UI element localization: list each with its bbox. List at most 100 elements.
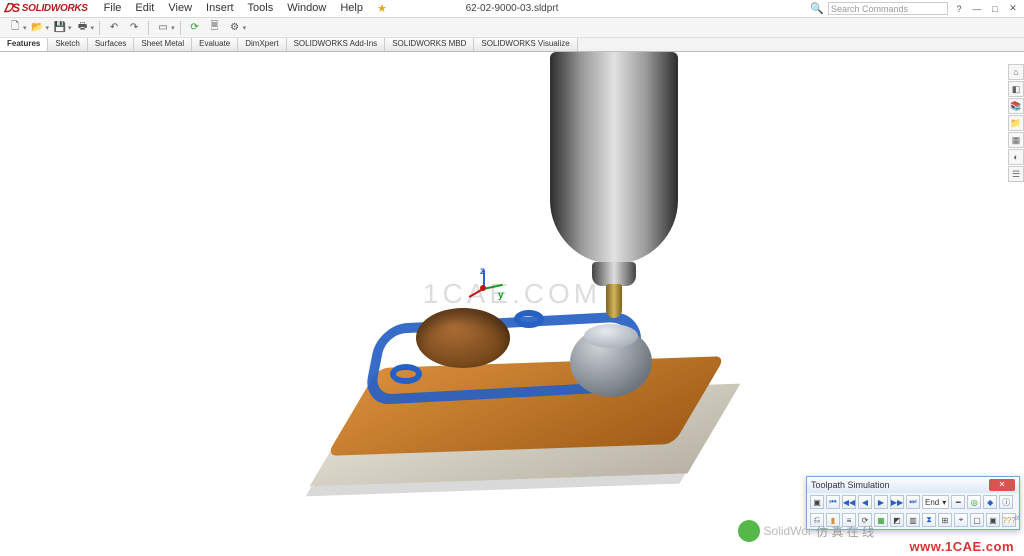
- sim-show-tool-icon[interactable]: ⊞: [938, 513, 952, 527]
- tab-evaluate[interactable]: Evaluate: [192, 38, 238, 51]
- menu-edit[interactable]: Edit: [129, 1, 160, 16]
- menu-pin-icon[interactable]: ★: [371, 1, 393, 16]
- maximize-button[interactable]: □: [988, 2, 1002, 16]
- search-input[interactable]: Search Commands: [828, 2, 948, 15]
- dropdown-icon[interactable]: ▾: [171, 24, 175, 32]
- design-library-tab-icon[interactable]: 📚: [1008, 98, 1024, 114]
- app-logo: 𝐷S SOLIDWORKS: [4, 1, 88, 16]
- sim-reverse-fast-icon[interactable]: ⏮: [826, 495, 840, 509]
- sim-speed-icon[interactable]: ⧗: [922, 513, 936, 527]
- print-icon[interactable]: 🖶: [74, 20, 92, 36]
- sim-show-path-icon[interactable]: ⌖: [954, 513, 968, 527]
- view-palette-tab-icon[interactable]: ▦: [1008, 132, 1024, 148]
- dropdown-icon[interactable]: ▾: [23, 24, 27, 32]
- menu-help[interactable]: Help: [334, 1, 369, 16]
- wechat-watermark: SolidWor 仿 真 在 线: [738, 520, 874, 542]
- sim-step-forward-icon[interactable]: ▶▶: [890, 495, 904, 509]
- fixture-plate: [310, 384, 741, 487]
- sim-stock-icon[interactable]: ◆: [983, 495, 997, 509]
- sim-cube-icon[interactable]: ◩: [890, 513, 904, 527]
- dropdown-icon[interactable]: ▾: [46, 24, 50, 32]
- brand-watermark: SolidWor: [764, 524, 812, 538]
- sim-stage-select[interactable]: End ▾: [922, 495, 949, 509]
- sim-end-icon[interactable]: ⏭: [906, 495, 920, 509]
- dropdown-icon[interactable]: ▾: [68, 24, 72, 32]
- standard-toolbar: 🗋▾ 📂▾ 💾▾ 🖶▾ ↶ ↷ ▭▾ ⟳ 🗏 ⚙▾: [0, 18, 1024, 38]
- sim-compare-icon[interactable]: ▦: [874, 513, 888, 527]
- z-axis-label: z: [480, 266, 485, 277]
- sim-step-back-icon[interactable]: ◀◀: [842, 495, 856, 509]
- search-icon[interactable]: 🔍: [810, 2, 824, 15]
- sim-stage-label: End: [925, 498, 939, 507]
- sim-stack-icon[interactable]: ▥: [906, 513, 920, 527]
- tab-dimxpert[interactable]: DimXpert: [238, 38, 286, 51]
- boss-feature-top: [584, 324, 638, 348]
- command-manager-tabs: Features Sketch Surfaces Sheet Metal Eva…: [0, 38, 1024, 52]
- toolpath-overlay: [362, 310, 647, 405]
- machined-part: [326, 356, 725, 456]
- sim-close-button[interactable]: ✕: [989, 479, 1015, 491]
- sim-info-icon[interactable]: ⓘ: [999, 495, 1013, 509]
- watermark-tag: 仿 真 在 线: [816, 523, 874, 540]
- redo-icon[interactable]: ↷: [125, 20, 143, 36]
- ds-logo-icon: 𝐷S: [4, 1, 20, 16]
- tab-sw-mbd[interactable]: SOLIDWORKS MBD: [385, 38, 474, 51]
- toolpath-overlay: [514, 310, 544, 328]
- sim-forward-icon[interactable]: ▶: [874, 495, 888, 509]
- settings-icon[interactable]: ⚙: [226, 20, 244, 36]
- tab-sketch[interactable]: Sketch: [48, 38, 87, 51]
- sim-title-label: Toolpath Simulation: [811, 480, 890, 490]
- sim-target-icon[interactable]: ◎: [967, 495, 981, 509]
- tab-sheet-metal[interactable]: Sheet Metal: [134, 38, 192, 51]
- toolbar-divider: [148, 21, 149, 35]
- sim-back-icon[interactable]: ◀: [858, 495, 872, 509]
- dropdown-icon[interactable]: ▾: [243, 24, 247, 32]
- url-watermark: www.1CAE.com: [910, 539, 1014, 554]
- task-pane: ⌂ ◧ 📚 📁 ▦ ◐ ☰: [1008, 64, 1024, 182]
- menu-window[interactable]: Window: [281, 1, 332, 16]
- file-explorer-tab-icon[interactable]: 📁: [1008, 115, 1024, 131]
- undo-icon[interactable]: ↶: [105, 20, 123, 36]
- cutting-tool: [606, 284, 622, 318]
- watermark: 1CAE.COM: [423, 278, 601, 310]
- wechat-icon: [738, 520, 760, 542]
- dropdown-icon[interactable]: ▾: [91, 24, 95, 32]
- title-right: 🔍 Search Commands ? — □ ✕: [810, 2, 1020, 16]
- appearances-tab-icon[interactable]: ◐: [1008, 149, 1024, 165]
- menu-file[interactable]: File: [98, 1, 128, 16]
- toolbar-divider: [180, 21, 181, 35]
- bore-feature: [416, 308, 510, 368]
- resources-tab-icon[interactable]: ◧: [1008, 81, 1024, 97]
- tab-sw-addins[interactable]: SOLIDWORKS Add-Ins: [287, 38, 386, 51]
- custom-props-tab-icon[interactable]: ☰: [1008, 166, 1024, 182]
- tab-features[interactable]: Features: [0, 38, 48, 51]
- options-icon[interactable]: 🗏: [206, 20, 224, 36]
- rebuild-icon[interactable]: ⟳: [186, 20, 204, 36]
- sim-mode-icon[interactable]: ▣: [810, 495, 824, 509]
- home-tab-icon[interactable]: ⌂: [1008, 64, 1024, 80]
- select-icon[interactable]: ▭: [154, 20, 172, 36]
- open-icon[interactable]: 📂: [29, 20, 47, 36]
- dropdown-icon: ▾: [942, 498, 946, 507]
- tab-surfaces[interactable]: Surfaces: [88, 38, 135, 51]
- sim-show-fixture-icon[interactable]: ▣: [986, 513, 1000, 527]
- toolpath-overlay: [390, 364, 422, 384]
- toolbar-divider: [99, 21, 100, 35]
- help-icon[interactable]: ?: [952, 2, 966, 16]
- collapse-arrow-icon[interactable]: «: [1014, 512, 1020, 524]
- menu-bar: File Edit View Insert Tools Window Help …: [98, 1, 393, 16]
- menu-view[interactable]: View: [162, 1, 198, 16]
- menu-insert[interactable]: Insert: [200, 1, 240, 16]
- menu-tools[interactable]: Tools: [242, 1, 280, 16]
- minimize-button[interactable]: —: [970, 2, 984, 16]
- tab-sw-visualize[interactable]: SOLIDWORKS Visualize: [474, 38, 577, 51]
- save-icon[interactable]: 💾: [51, 20, 69, 36]
- title-bar: 𝐷S SOLIDWORKS File Edit View Insert Tool…: [0, 0, 1024, 18]
- sim-slider-icon[interactable]: ━: [951, 495, 965, 509]
- sim-show-stock-icon[interactable]: ▢: [970, 513, 984, 527]
- boss-feature: [570, 327, 652, 397]
- new-doc-icon[interactable]: 🗋: [6, 20, 24, 36]
- app-name: SOLIDWORKS: [22, 3, 88, 14]
- sim-titlebar[interactable]: Toolpath Simulation ✕: [807, 477, 1019, 493]
- close-button[interactable]: ✕: [1006, 2, 1020, 16]
